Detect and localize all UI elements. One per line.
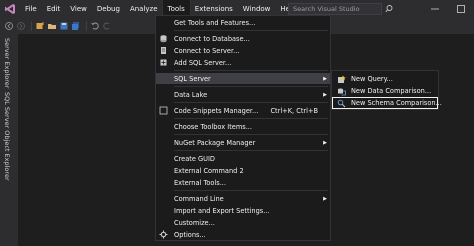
add-sql-server-icon — [159, 58, 168, 67]
new-project-icon[interactable] — [35, 21, 45, 31]
submenu-arrow-icon: ▶ — [323, 75, 327, 82]
menu-item-choose-toolbox[interactable]: Choose Toolbox Items... — [156, 121, 330, 132]
menu-edit[interactable]: Edit — [42, 0, 66, 18]
window-controls — [422, 0, 474, 18]
gear-icon — [159, 230, 168, 239]
menu-item-create-guid[interactable]: Create GUID — [156, 153, 330, 164]
toolbar-separator — [31, 21, 32, 31]
connect-server-icon — [159, 46, 168, 55]
menu-item-label: Import and Export Settings... — [174, 206, 270, 215]
menu-debug[interactable]: Debug — [92, 0, 125, 18]
submenu-item-new-query[interactable]: New Query... — [332, 73, 438, 85]
menu-item-label: Code Snippets Manager... — [174, 106, 259, 115]
menu-item-label: Command Line — [174, 194, 224, 203]
submenu-item-new-data-comparison[interactable]: New Data Comparison... — [332, 85, 438, 97]
menu-item-options[interactable]: Options... — [156, 229, 330, 240]
menu-item-command-line[interactable]: Command Line ▶ — [156, 193, 330, 204]
tab-sql-server-object-explorer[interactable]: SQL Server Object Explorer — [3, 92, 11, 181]
menu-item-label: External Tools... — [174, 178, 226, 187]
sql-server-submenu: New Query... New Data Comparison... New … — [331, 70, 442, 110]
menu-item-label: Get Tools and Features... — [174, 18, 256, 27]
search-icon[interactable] — [384, 3, 394, 15]
menu-item-label: Choose Toolbox Items... — [174, 122, 252, 131]
submenu-item-new-schema-comparison[interactable]: New Schema Comparison... — [332, 97, 442, 109]
visual-studio-logo-icon[interactable] — [0, 0, 20, 18]
save-all-icon[interactable] — [71, 21, 81, 31]
menu-item-data-lake[interactable]: Data Lake ▶ — [156, 89, 330, 100]
redo-icon[interactable] — [102, 21, 112, 31]
side-tab-strip: Server Explorer SQL Server Object Explor… — [0, 34, 18, 246]
menu-separator — [174, 86, 328, 87]
menu-separator — [174, 150, 328, 151]
submenu-item-label: New Data Comparison... — [351, 87, 432, 95]
menu-item-label: Data Lake — [174, 90, 208, 99]
menu-item-label: Create GUID — [174, 154, 215, 163]
new-query-icon — [337, 75, 346, 84]
open-folder-icon[interactable] — [47, 21, 57, 31]
menu-item-external-tools[interactable]: External Tools... — [156, 177, 330, 188]
submenu-item-label: New Query... — [351, 75, 393, 83]
menu-item-nuget[interactable]: NuGet Package Manager ▶ — [156, 137, 330, 148]
menu-separator — [174, 190, 328, 191]
code-snippets-icon — [159, 106, 168, 115]
menu-item-label: Connect to Database... — [174, 34, 250, 43]
back-icon[interactable] — [4, 21, 14, 31]
tools-dropdown-menu: Get Tools and Features... Connect to Dat… — [155, 15, 331, 241]
menu-item-label: NuGet Package Manager — [174, 138, 256, 147]
connect-database-icon — [159, 34, 168, 43]
menu-item-shortcut: Ctrl+K, Ctrl+B — [270, 106, 318, 115]
menu-item-connect-server[interactable]: Connect to Server... — [156, 45, 330, 56]
undo-icon[interactable] — [90, 21, 100, 31]
menu-item-label: External Command 2 — [174, 166, 244, 175]
menu-item-label: Customize... — [174, 218, 215, 227]
menu-item-connect-database[interactable]: Connect to Database... — [156, 33, 330, 44]
menu-separator — [174, 134, 328, 135]
menu-item-code-snippets[interactable]: Code Snippets Manager... Ctrl+K, Ctrl+B — [156, 105, 330, 116]
menu-item-add-sql-server[interactable]: Add SQL Server... — [156, 57, 330, 68]
menu-item-customize[interactable]: Customize... — [156, 217, 330, 228]
submenu-item-label: New Schema Comparison... — [351, 99, 442, 107]
forward-icon[interactable] — [16, 21, 26, 31]
menu-item-get-tools[interactable]: Get Tools and Features... — [156, 17, 330, 28]
menu-item-label: Options... — [174, 230, 206, 239]
search-input[interactable]: Search Visual Studio (Ctrl+Q) — [288, 3, 382, 23]
menu-item-import-export[interactable]: Import and Export Settings... — [156, 205, 330, 216]
minimize-icon[interactable] — [422, 0, 448, 18]
tab-server-explorer[interactable]: Server Explorer — [3, 38, 11, 88]
menu-view[interactable]: View — [65, 0, 92, 18]
menu-separator — [174, 70, 328, 71]
data-comparison-icon — [337, 87, 346, 96]
maximize-icon[interactable] — [448, 0, 474, 18]
menu-file[interactable]: File — [20, 0, 42, 18]
menu-item-label: Connect to Server... — [174, 46, 240, 55]
toolbar-separator — [86, 21, 87, 31]
menu-item-label: SQL Server — [174, 74, 211, 83]
submenu-arrow-icon: ▶ — [323, 139, 327, 146]
menu-item-label: Add SQL Server... — [174, 58, 232, 67]
submenu-arrow-icon: ▶ — [323, 91, 327, 98]
menu-item-external-command-2[interactable]: External Command 2 — [156, 165, 330, 176]
submenu-arrow-icon: ▶ — [323, 195, 327, 202]
menu-separator — [174, 30, 328, 31]
menu-separator — [174, 102, 328, 103]
schema-comparison-icon — [337, 99, 346, 108]
menu-item-sql-server[interactable]: SQL Server ▶ — [156, 73, 330, 84]
menu-separator — [174, 118, 328, 119]
save-icon[interactable] — [59, 21, 69, 31]
